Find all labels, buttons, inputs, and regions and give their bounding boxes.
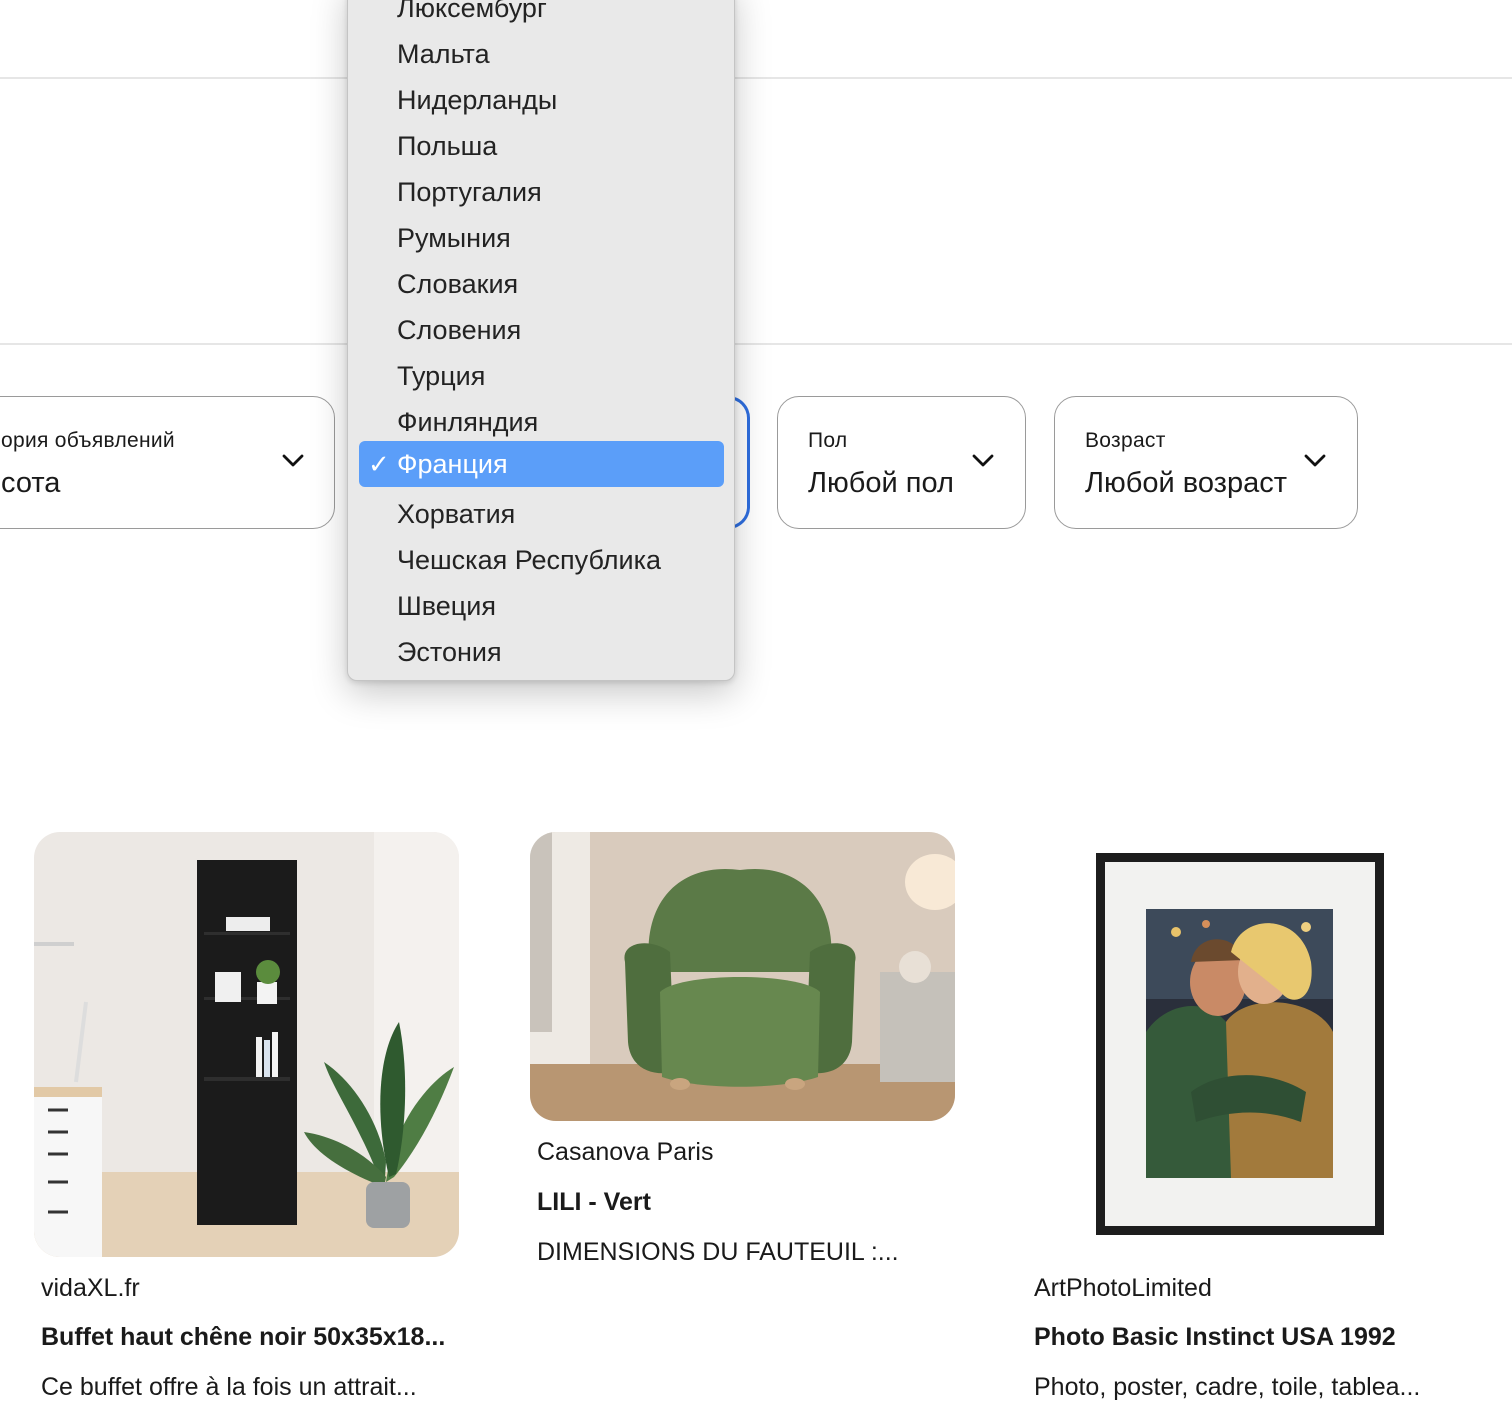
gender-filter-value: Любой пол [808, 467, 954, 499]
product-title[interactable]: Buffet haut chêne noir 50x35x18... [41, 1323, 445, 1352]
option-label: Польша [397, 131, 498, 161]
option-label: Турция [397, 361, 486, 391]
option-label: Хорватия [397, 499, 516, 529]
option-label: Чешская Республика [397, 545, 661, 575]
product-vendor: vidaXL.fr [41, 1274, 140, 1302]
header-divider [0, 77, 1512, 79]
chevron-down-icon [971, 449, 995, 473]
dropdown-option[interactable]: Словения [348, 307, 734, 353]
product-title[interactable]: Photo Basic Instinct USA 1992 [1034, 1323, 1396, 1352]
option-label: Франция [397, 449, 508, 479]
chevron-down-icon [1303, 449, 1327, 473]
product-image-framed-photo[interactable] [1026, 832, 1451, 1257]
dropdown-option[interactable]: Португалия [348, 169, 734, 215]
dropdown-option[interactable]: Финляндия [348, 399, 734, 445]
dropdown-option[interactable]: Нидерланды [348, 77, 734, 123]
dropdown-option[interactable]: Турция [348, 353, 734, 399]
checkmark-icon: ✓ [368, 449, 390, 479]
category-filter-value: сота [1, 467, 61, 499]
option-label: Словакия [397, 269, 519, 299]
dropdown-option[interactable]: Люксембург [348, 0, 734, 31]
product-image-bookcase[interactable] [34, 832, 459, 1257]
gender-filter-label: Пол [808, 429, 848, 452]
age-filter-label: Возраст [1085, 429, 1166, 452]
country-dropdown-menu[interactable]: Люксембург Мальта Нидерланды Польша Порт… [347, 0, 735, 681]
product-vendor: ArtPhotoLimited [1034, 1274, 1212, 1302]
dropdown-option[interactable]: Чешская Республика [348, 537, 734, 583]
product-image-armchair[interactable] [530, 832, 955, 1121]
product-description: Ce buffet offre à la fois un attrait... [41, 1373, 417, 1401]
age-filter[interactable]: Возраст Любой возраст [1054, 396, 1358, 529]
product-vendor: Casanova Paris [537, 1138, 714, 1166]
option-label: Мальта [397, 39, 490, 69]
dropdown-option-selected[interactable]: ✓ Франция [359, 441, 724, 487]
option-label: Швеция [397, 591, 496, 621]
dropdown-option[interactable]: Мальта [348, 31, 734, 77]
option-label: Нидерланды [397, 85, 558, 115]
option-label: Люксембург [397, 0, 547, 23]
dropdown-option[interactable]: Румыния [348, 215, 734, 261]
option-label: Эстония [397, 637, 502, 667]
product-title[interactable]: LILI - Vert [537, 1188, 651, 1217]
dropdown-option[interactable]: Швеция [348, 583, 734, 629]
dropdown-option[interactable]: Хорватия [348, 491, 734, 537]
option-label: Румыния [397, 223, 511, 253]
option-label: Финляндия [397, 407, 539, 437]
chevron-down-icon [281, 449, 305, 473]
category-filter-label: ория объявлений [1, 429, 175, 452]
section-divider [0, 343, 1512, 345]
dropdown-option[interactable]: Эстония [348, 629, 734, 675]
age-filter-value: Любой возраст [1085, 467, 1287, 499]
option-label: Португалия [397, 177, 542, 207]
product-description: DIMENSIONS DU FAUTEUIL :... [537, 1238, 899, 1266]
dropdown-option[interactable]: Словакия [348, 261, 734, 307]
option-label: Словения [397, 315, 522, 345]
dropdown-option[interactable]: Польша [348, 123, 734, 169]
category-filter[interactable]: ория объявлений сота [0, 396, 335, 529]
product-description: Photo, poster, cadre, toile, tablea... [1034, 1373, 1421, 1401]
gender-filter[interactable]: Пол Любой пол [777, 396, 1026, 529]
